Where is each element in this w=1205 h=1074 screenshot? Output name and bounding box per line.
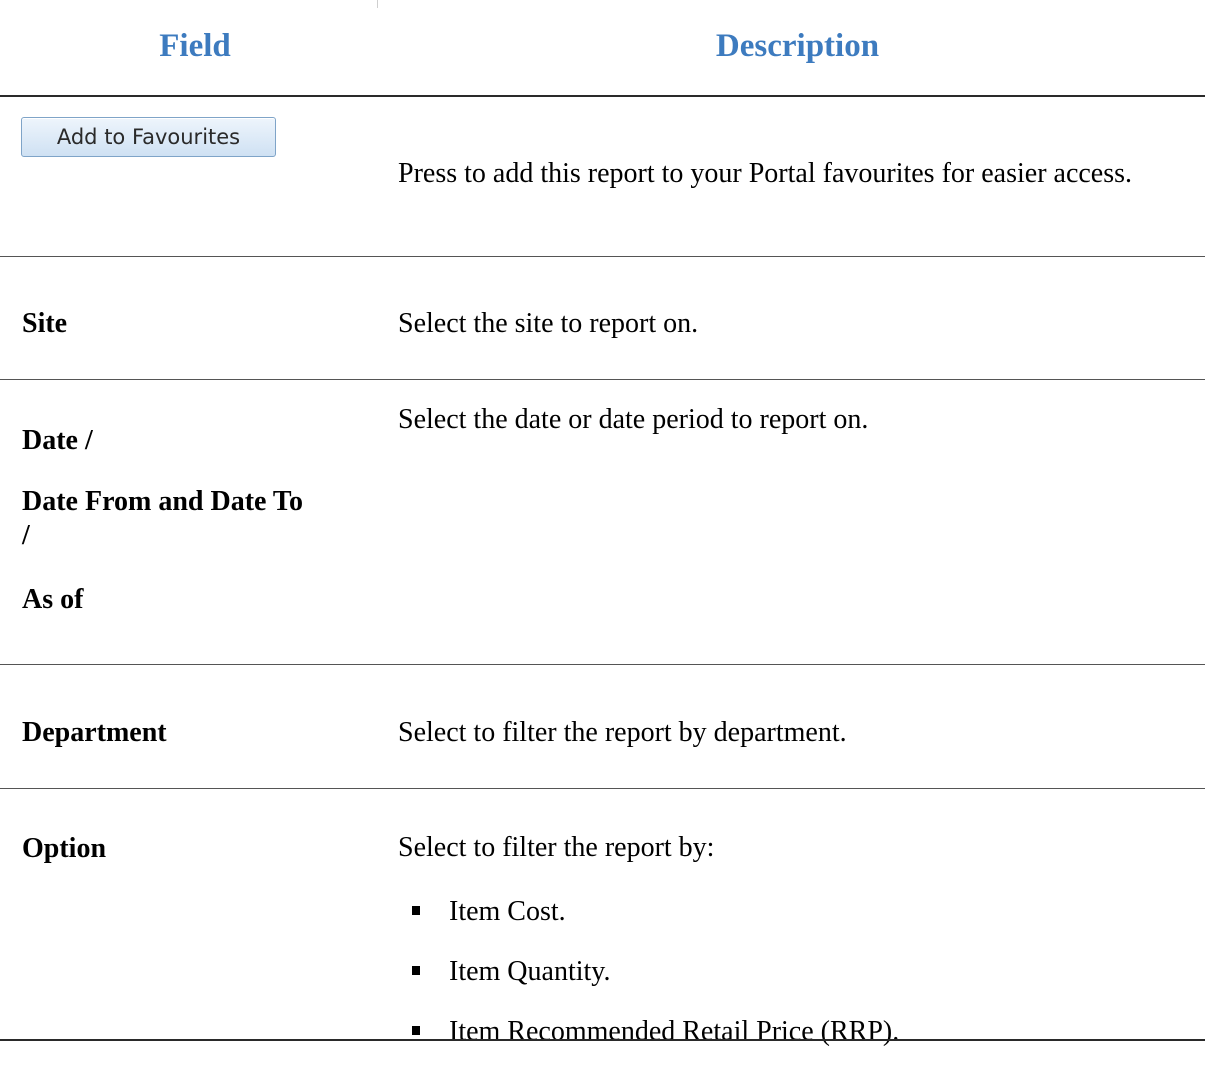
square-bullet-icon xyxy=(412,1026,420,1035)
add-to-favourites-button[interactable]: Add to Favourites xyxy=(21,117,276,157)
row-divider xyxy=(0,256,1205,257)
option-list: Item Cost. Item Quantity. Item Recommend… xyxy=(412,867,899,1074)
field-label-option: Option xyxy=(22,833,107,864)
row-description-site: Select the site to report on. xyxy=(398,308,699,339)
square-bullet-icon xyxy=(412,966,420,975)
column-divider-stub xyxy=(377,0,378,8)
row-description-date: Select the date or date period to report… xyxy=(398,404,869,435)
list-item: Item Recommended Retail Price (RRP). xyxy=(412,1014,899,1050)
field-label-as-of: As of xyxy=(22,584,84,615)
option-item-label: Item Recommended Retail Price (RRP). xyxy=(449,1016,900,1047)
row-divider xyxy=(0,379,1205,380)
field-label-site: Site xyxy=(22,308,68,339)
option-item-label: Item Cost. xyxy=(449,896,566,927)
row-description-favourites: Press to add this report to your Portal … xyxy=(398,158,1133,189)
field-label-date-separator: / xyxy=(22,520,30,551)
column-header-description: Description xyxy=(715,28,880,64)
field-label-department: Department xyxy=(22,717,167,748)
field-label-date-from-to: Date From and Date To xyxy=(22,486,304,517)
option-item-label: Item Quantity. xyxy=(449,956,611,987)
table-bottom-rule xyxy=(0,1039,1205,1041)
field-label-date: Date / xyxy=(22,425,93,456)
row-description-option: Select to filter the report by: xyxy=(398,832,715,863)
square-bullet-icon xyxy=(412,906,420,915)
row-description-department: Select to filter the report by departmen… xyxy=(398,717,847,748)
header-rule xyxy=(0,95,1205,97)
row-divider xyxy=(0,788,1205,789)
column-header-field: Field xyxy=(159,28,231,64)
row-divider xyxy=(0,664,1205,665)
list-item: Item Cost. xyxy=(412,894,899,930)
list-item: Item Quantity. xyxy=(412,954,899,990)
